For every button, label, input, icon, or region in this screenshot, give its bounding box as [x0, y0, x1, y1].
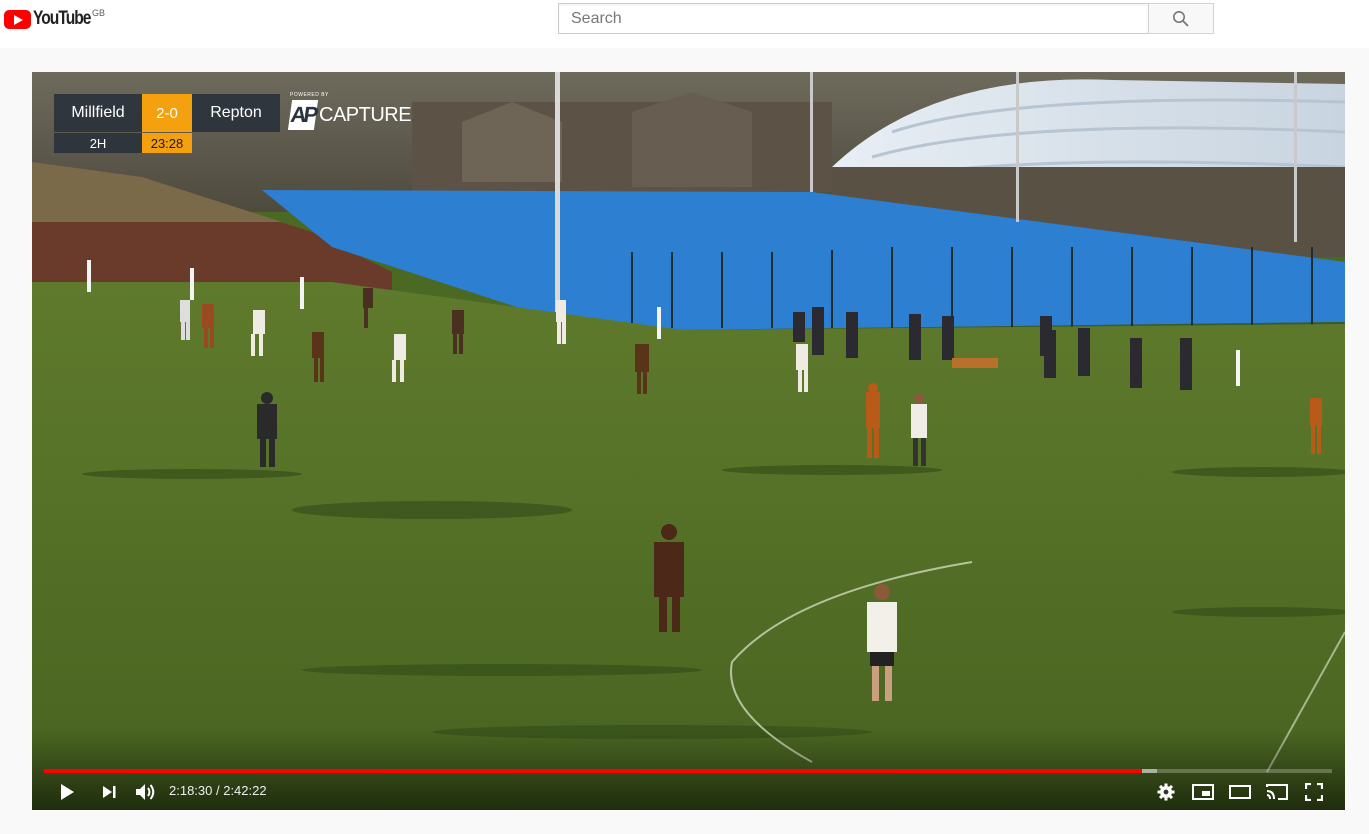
masthead: YouTube GB	[0, 0, 1369, 48]
search-box	[558, 3, 1148, 34]
play-button[interactable]	[54, 780, 80, 804]
progress-bar[interactable]	[44, 769, 1332, 773]
scoreboard-main-row: Millfield 2-0 Repton	[54, 94, 280, 132]
gear-icon	[1157, 783, 1175, 801]
theater-mode-button[interactable]	[1227, 780, 1253, 804]
next-icon	[103, 786, 116, 798]
current-time: 2:18:30	[169, 783, 213, 798]
cast-icon	[1266, 784, 1288, 800]
next-button[interactable]	[96, 780, 122, 804]
youtube-logo[interactable]: YouTube GB	[4, 8, 106, 32]
scoreboard-time-row: 2H 23:28	[54, 133, 192, 153]
match-clock: 23:28	[142, 133, 192, 153]
video-player[interactable]: Millfield 2-0 Repton 2H 23:28 POWERED BY…	[32, 72, 1345, 810]
ap-capture-watermark: POWERED BY AP CAPTURE	[287, 92, 412, 130]
progress-played	[44, 769, 1142, 773]
settings-button[interactable]	[1154, 780, 1178, 804]
play-icon	[61, 784, 74, 800]
away-team: Repton	[192, 94, 280, 132]
time-display: 2:18:30 / 2:42:22	[169, 783, 267, 798]
theater-icon	[1229, 785, 1251, 799]
volume-icon	[136, 784, 155, 800]
fullscreen-button[interactable]	[1302, 780, 1326, 804]
brand-text: CAPTURE	[319, 103, 412, 126]
miniplayer-icon	[1192, 784, 1214, 800]
miniplayer-button[interactable]	[1190, 780, 1216, 804]
fullscreen-icon	[1305, 783, 1323, 801]
logo-text: YouTube	[33, 8, 91, 29]
match-period: 2H	[54, 133, 142, 153]
youtube-play-logo-icon	[4, 10, 31, 29]
duration: 2:42:22	[223, 783, 267, 798]
time-separator: /	[212, 783, 224, 798]
brand-mark: AP	[287, 100, 319, 130]
score: 2-0	[142, 94, 192, 132]
mute-button[interactable]	[132, 780, 160, 804]
search-input[interactable]	[559, 4, 1131, 33]
country-code: GB	[92, 8, 106, 18]
cast-button[interactable]	[1264, 780, 1290, 804]
search-icon	[1173, 10, 1189, 27]
video-frame	[32, 72, 1345, 810]
brand-prefix: POWERED BY	[290, 92, 329, 98]
home-team: Millfield	[54, 94, 142, 132]
search-button[interactable]	[1148, 3, 1214, 34]
